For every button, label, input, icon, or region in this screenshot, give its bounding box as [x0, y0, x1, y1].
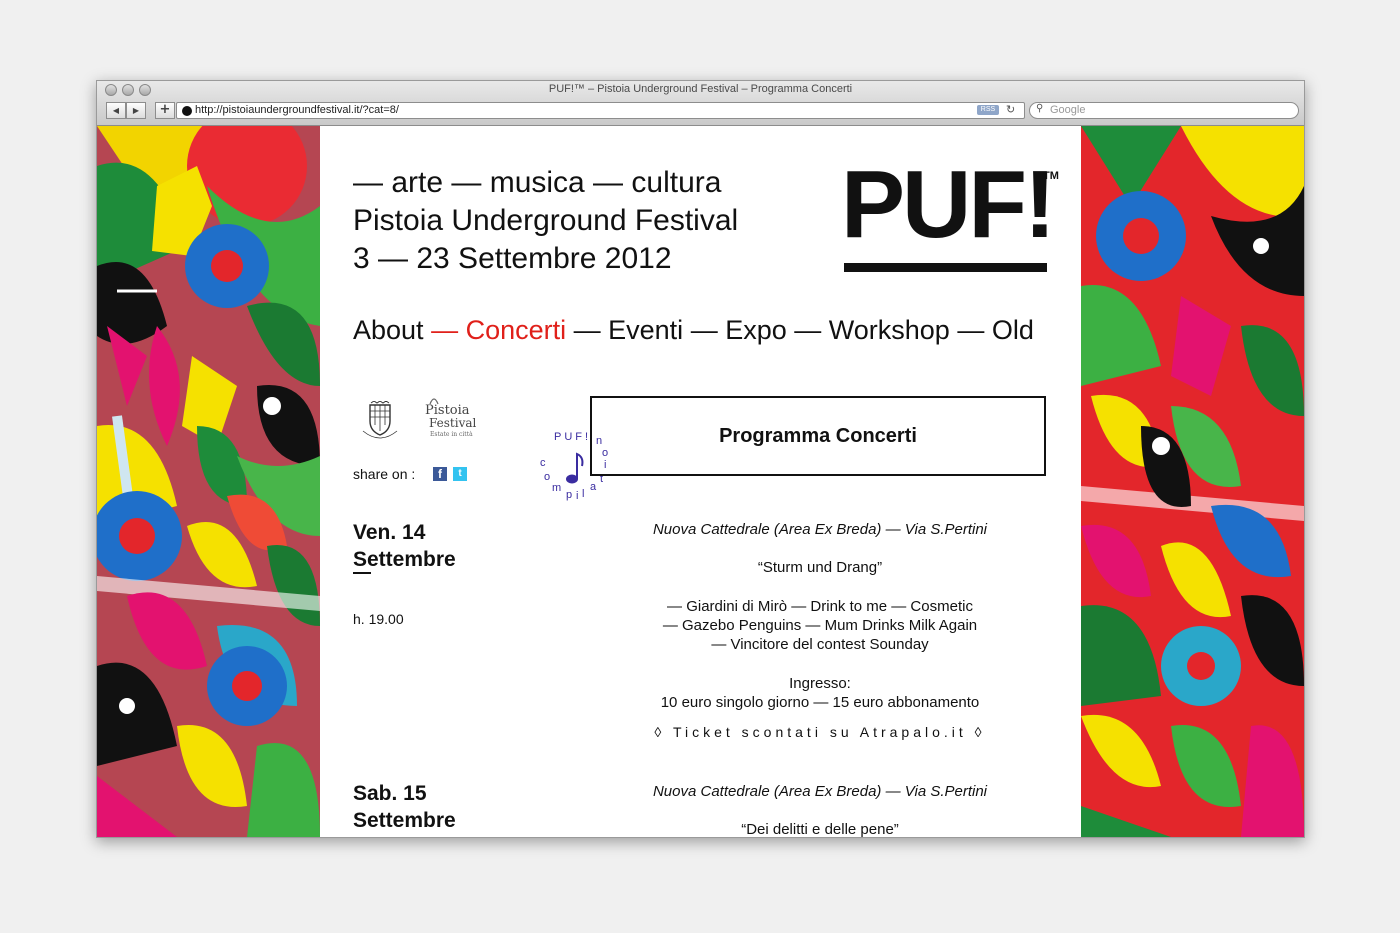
event-month: Settembre: [353, 548, 456, 571]
reload-icon[interactable]: ↻: [1006, 103, 1015, 116]
site-favicon-icon: [182, 106, 192, 116]
ingresso-label: Ingresso:: [789, 675, 851, 692]
floral-illustration-left: [97, 126, 320, 837]
nav-concerti[interactable]: Concerti: [466, 315, 567, 345]
add-bookmark-button[interactable]: +: [155, 102, 175, 119]
comune-pistoia-crest-icon[interactable]: [357, 400, 403, 441]
tagline-festival-name: Pistoia Underground Festival: [353, 204, 739, 237]
lineup-line: — Giardini di Mirò — Drink to me — Cosme…: [667, 598, 973, 615]
twitter-share-icon[interactable]: t: [453, 467, 467, 481]
nav-separator: —: [566, 315, 609, 345]
search-icon: ⚲: [1036, 103, 1044, 114]
forward-button[interactable]: ▶: [126, 102, 146, 119]
event-day: Sab. 15: [353, 782, 427, 805]
programma-concerti-box: Programma Concerti: [590, 396, 1046, 476]
browser-toolbar: PUF!™ – Pistoia Underground Festival – P…: [97, 81, 1304, 126]
event-day: Ven. 14: [353, 521, 426, 544]
event-ingresso: Ingresso: 10 euro singolo giorno — 15 eu…: [600, 674, 1040, 712]
event-venue: Nuova Cattedrale (Area Ex Breda) — Via S…: [652, 521, 988, 538]
event-date: Sab. 15 Settembre: [353, 780, 456, 834]
nav-old[interactable]: Old: [992, 315, 1034, 345]
svg-text:PUF!: PUF!: [554, 431, 591, 443]
logo-wordmark: PUF!: [841, 151, 1056, 258]
rss-icon[interactable]: RSS: [977, 105, 999, 115]
lineup-line: — Gazebo Penguins — Mum Drinks Milk Agai…: [662, 617, 978, 634]
svg-text:c: c: [540, 457, 546, 469]
logo-underline: [844, 263, 1047, 272]
svg-text:o: o: [544, 471, 550, 483]
tagline-dates: 3 — 23 Settembre 2012: [353, 242, 672, 275]
share-label: share on :: [353, 466, 416, 482]
nav-separator: —: [949, 315, 992, 345]
nav-eventi[interactable]: Eventi: [608, 315, 683, 345]
nav-about[interactable]: About: [353, 315, 424, 345]
event-time: h. 19.00: [353, 611, 404, 627]
event-date: Ven. 14 Settembre: [353, 519, 456, 573]
page-viewport[interactable]: — arte — musica — cultura Pistoia Underg…: [97, 126, 1304, 837]
svg-text:a: a: [590, 481, 597, 493]
url-text: http://pistoiaundergroundfestival.it/?ca…: [195, 104, 399, 116]
nav-separator: —: [683, 315, 726, 345]
festival-tagline: — arte — musica — cultura Pistoia Underg…: [353, 164, 738, 278]
event-month: Settembre: [353, 809, 456, 832]
pistoia-festival-logo[interactable]: Pistoia Festival Estate in città: [425, 394, 481, 438]
main-navigation: About — Concerti — Eventi — Expo — Works…: [353, 315, 1034, 346]
nav-workshop[interactable]: Workshop: [829, 315, 950, 345]
logo-trademark: TM: [1043, 170, 1059, 182]
search-placeholder: Google: [1050, 104, 1086, 116]
page-content: — arte — musica — cultura Pistoia Underg…: [320, 126, 1081, 837]
nav-separator: —: [786, 315, 829, 345]
back-button[interactable]: ◀: [106, 102, 126, 119]
nav-separator: —: [423, 315, 466, 345]
festival-logo-line2: Festival: [429, 416, 477, 430]
section-title: Programma Concerti: [719, 425, 917, 447]
browser-window: PUF!™ – Pistoia Underground Festival – P…: [96, 80, 1305, 838]
svg-text:p: p: [566, 489, 572, 501]
floral-illustration-right: [1081, 126, 1304, 837]
event-lineup: — Giardini di Mirò — Drink to me — Cosme…: [600, 597, 1040, 654]
ticket-link[interactable]: ◊ Ticket scontati su Atrapalo.it ◊: [600, 724, 1040, 740]
facebook-share-icon[interactable]: f: [433, 467, 447, 481]
tagline-themes: — arte — musica — cultura: [353, 166, 722, 199]
lineup-line: — Vincitore del contest Sounday: [711, 636, 929, 653]
svg-text:m: m: [552, 482, 561, 494]
address-bar[interactable]: http://pistoiaundergroundfestival.it/?ca…: [176, 102, 1025, 119]
svg-text:l: l: [582, 488, 584, 500]
date-divider: [353, 572, 371, 574]
festival-logo-line3: Estate in città: [430, 431, 473, 438]
nav-expo[interactable]: Expo: [725, 315, 787, 345]
puf-logo[interactable]: PUF! TM: [841, 151, 1059, 272]
window-title: PUF!™ – Pistoia Underground Festival – P…: [548, 83, 853, 95]
search-field[interactable]: ⚲ Google: [1029, 102, 1299, 119]
svg-text:i: i: [576, 490, 578, 502]
event-venue: Nuova Cattedrale (Area Ex Breda) — Via S…: [652, 783, 988, 800]
ingresso-prices: 10 euro singolo giorno — 15 euro abbonam…: [660, 694, 980, 711]
event-title: “Sturm und Drang”: [757, 559, 883, 576]
event-title: “Dei delitti e delle pene”: [741, 821, 899, 837]
